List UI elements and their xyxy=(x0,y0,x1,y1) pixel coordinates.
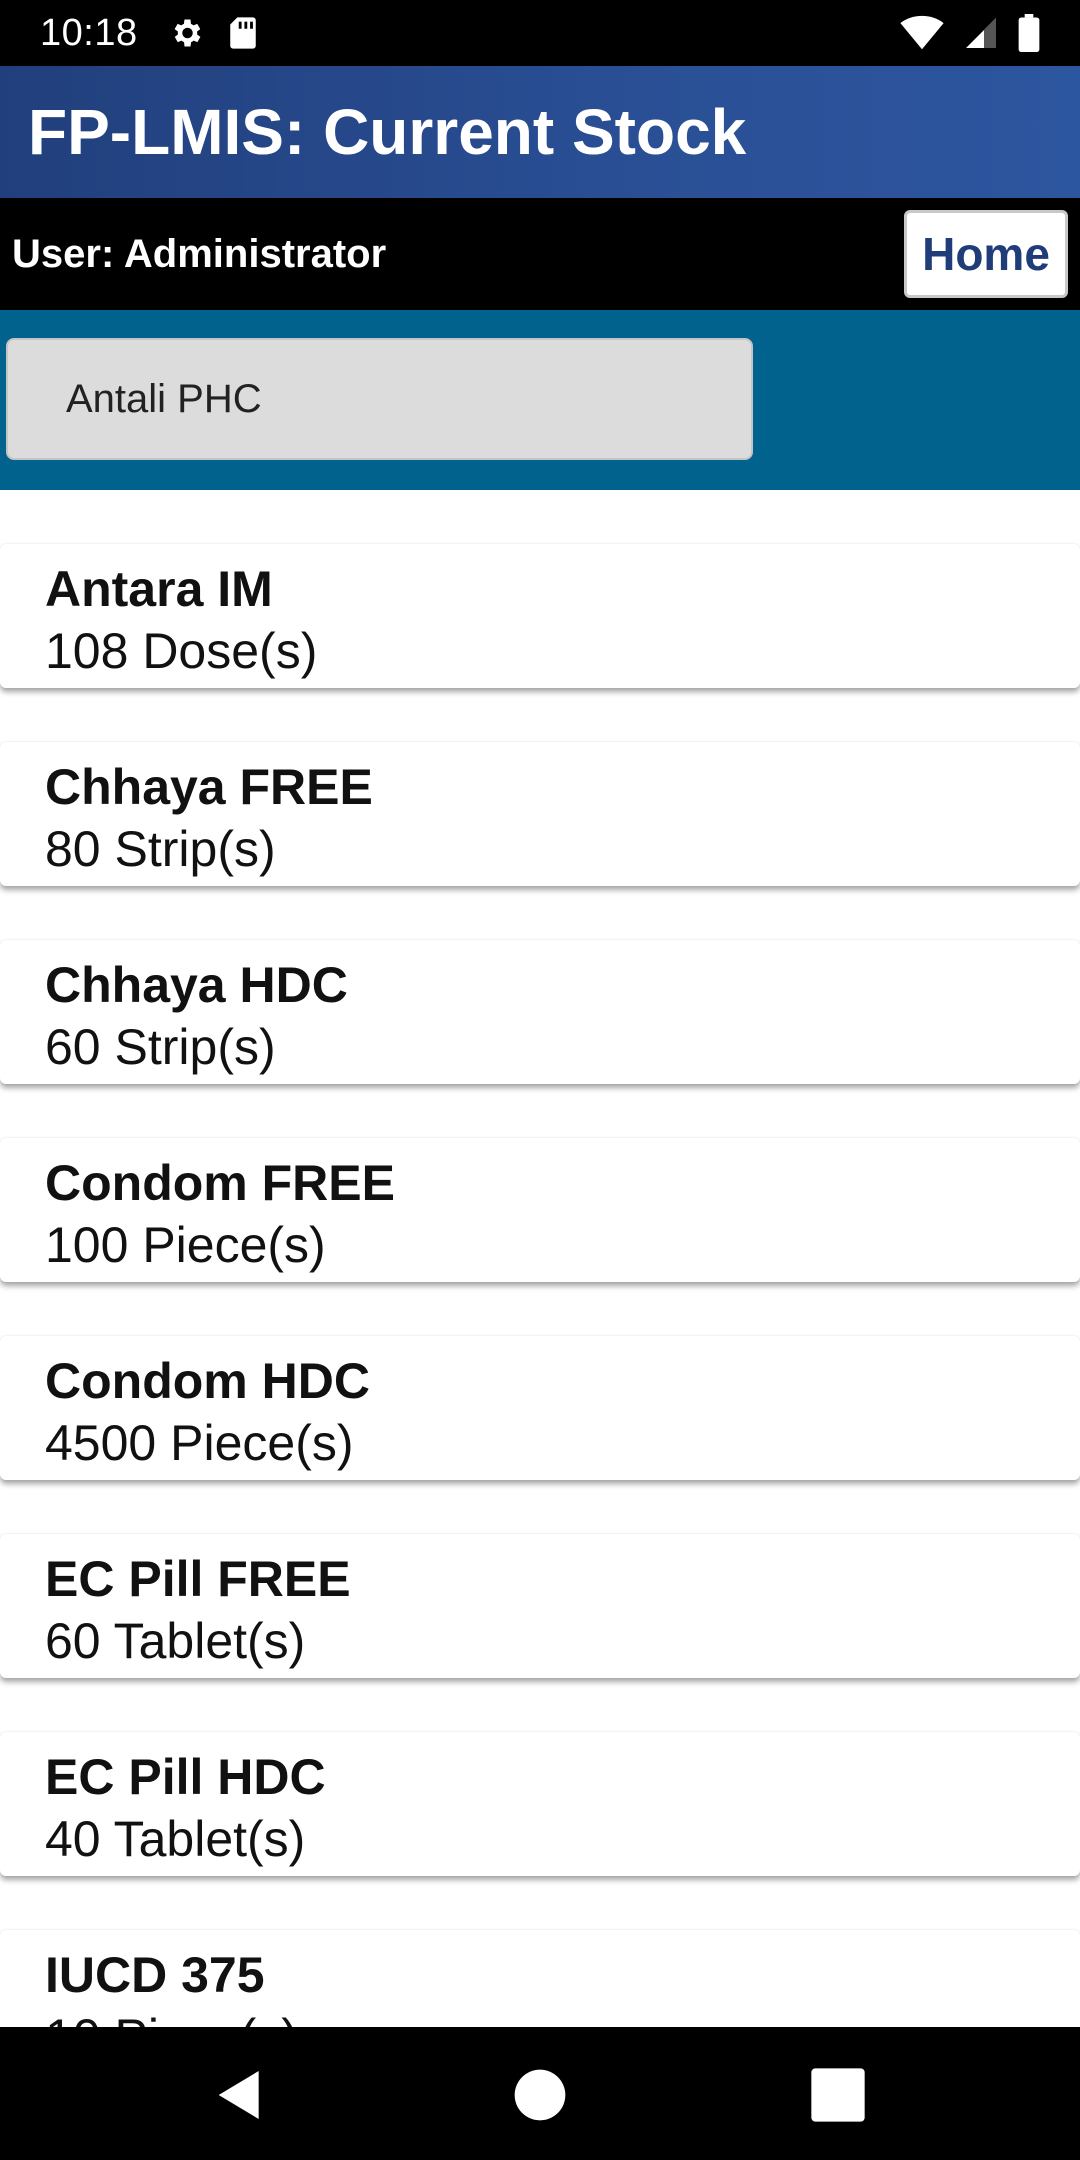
stock-list[interactable]: Antara IM 108 Dose(s) Chhaya FREE 80 Str… xyxy=(0,490,1080,2027)
back-icon[interactable] xyxy=(208,2063,272,2127)
nav-bar xyxy=(0,2027,1080,2160)
home-circle-icon[interactable] xyxy=(508,2063,572,2127)
user-label: User: Administrator xyxy=(12,231,387,276)
list-item[interactable]: Condom HDC 4500 Piece(s) xyxy=(0,1336,1080,1480)
list-item[interactable]: Chhaya HDC 60 Strip(s) xyxy=(0,940,1080,1084)
list-item[interactable]: Condom FREE 100 Piece(s) xyxy=(0,1138,1080,1282)
facility-select[interactable]: Antali PHC xyxy=(6,338,753,460)
status-left-icons xyxy=(168,15,258,51)
recents-icon[interactable] xyxy=(806,2063,870,2127)
item-name: Chhaya HDC xyxy=(45,957,348,1013)
list-item[interactable]: EC Pill FREE 60 Tablet(s) xyxy=(0,1534,1080,1678)
list-item[interactable]: IUCD 375 10 Piece(s) xyxy=(0,1930,1080,2027)
item-quantity: 100 Piece(s) xyxy=(45,1217,326,1273)
wifi-icon xyxy=(900,15,944,50)
item-name: IUCD 375 xyxy=(45,1947,265,2003)
facility-bar: Antali PHC xyxy=(0,310,1080,490)
status-time: 10:18 xyxy=(40,11,138,54)
item-name: Antara IM xyxy=(45,561,273,617)
screen: 10:18 FP-LMIS: Current Stock User: Admin… xyxy=(0,0,1080,2160)
list-item[interactable]: EC Pill HDC 40 Tablet(s) xyxy=(0,1732,1080,1876)
home-button[interactable]: Home xyxy=(904,210,1068,298)
item-quantity: 108 Dose(s) xyxy=(45,623,318,679)
status-right-icons xyxy=(900,14,1040,52)
item-name: Chhaya FREE xyxy=(45,759,373,815)
gear-icon xyxy=(174,19,200,47)
item-name: Condom FREE xyxy=(45,1155,395,1211)
list-item[interactable]: Antara IM 108 Dose(s) xyxy=(0,544,1080,688)
item-quantity: 4500 Piece(s) xyxy=(45,1415,354,1471)
title-bar: FP-LMIS: Current Stock xyxy=(0,66,1080,198)
item-quantity: 10 Piece(s) xyxy=(45,2006,1080,2027)
item-name: EC Pill HDC xyxy=(45,1749,326,1805)
signal-icon xyxy=(966,18,996,48)
item-quantity: 60 Strip(s) xyxy=(45,1019,276,1075)
item-quantity: 40 Tablet(s) xyxy=(45,1811,306,1867)
sd-card-icon xyxy=(229,17,256,49)
status-bar: 10:18 xyxy=(0,0,1080,66)
facility-select-value: Antali PHC xyxy=(66,376,262,421)
user-bar: User: Administrator Home xyxy=(0,198,1080,310)
battery-icon xyxy=(1018,14,1040,52)
page-title: FP-LMIS: Current Stock xyxy=(28,96,747,168)
item-quantity: 80 Strip(s) xyxy=(45,821,276,877)
list-item[interactable]: Chhaya FREE 80 Strip(s) xyxy=(0,742,1080,886)
item-name: EC Pill FREE xyxy=(45,1551,351,1607)
item-quantity: 60 Tablet(s) xyxy=(45,1613,306,1669)
item-name: Condom HDC xyxy=(45,1353,370,1409)
